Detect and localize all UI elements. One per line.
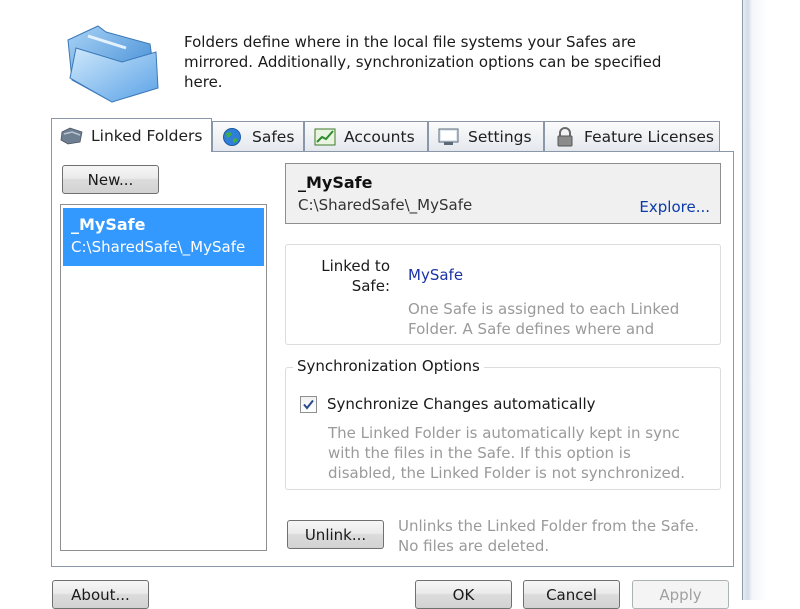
linked-to-label-line: Linked to xyxy=(321,257,390,275)
about-button[interactable]: About... xyxy=(52,580,149,609)
description-line: One Safe is assigned to each Linked xyxy=(408,300,680,318)
unlink-button[interactable]: Unlink... xyxy=(287,520,384,549)
sync-checkbox[interactable] xyxy=(300,396,317,413)
cancel-button[interactable]: Cancel xyxy=(523,580,620,609)
description-line: No files are deleted. xyxy=(398,537,550,555)
window-frame-edge xyxy=(742,0,800,600)
ok-button[interactable]: OK xyxy=(415,580,512,609)
description-line: Unlinks the Linked Folder from the Safe. xyxy=(398,517,699,535)
list-item-name: _MySafe xyxy=(71,215,146,234)
description-line: Folder. A Safe defines where and xyxy=(408,320,655,338)
list-item[interactable]: _MySafe C:\SharedSafe\_MySafe xyxy=(63,208,264,266)
checkmark-icon xyxy=(303,399,314,410)
sync-checkbox-label[interactable]: Synchronize Changes automatically xyxy=(327,395,596,413)
explore-link[interactable]: Explore... xyxy=(639,198,710,216)
folder-name: _MySafe xyxy=(298,173,373,192)
new-folder-button[interactable]: New... xyxy=(62,165,159,194)
linked-safe-description: One Safe is assigned to each Linked Fold… xyxy=(408,299,708,339)
description-line: The Linked Folder is automatically kept … xyxy=(328,424,680,442)
sync-options-legend: Synchronization Options xyxy=(293,357,484,375)
description-line: with the files in the Safe. If this opti… xyxy=(328,444,631,462)
sync-description: The Linked Folder is automatically kept … xyxy=(328,423,703,483)
linked-to-label: Linked to Safe: xyxy=(310,256,390,296)
dialog-window: Folders define where in the local file s… xyxy=(0,0,742,609)
apply-button[interactable]: Apply xyxy=(632,580,729,609)
linked-to-label-line: Safe: xyxy=(351,277,390,295)
unlink-description: Unlinks the Linked Folder from the Safe.… xyxy=(398,516,718,556)
linked-folders-list[interactable]: _MySafe C:\SharedSafe\_MySafe xyxy=(60,204,267,551)
linked-safe-value[interactable]: MySafe xyxy=(408,266,463,284)
description-line: disabled, the Linked Folder is not synch… xyxy=(328,464,685,482)
folder-info-header: _MySafe C:\SharedSafe\_MySafe Explore... xyxy=(285,163,721,224)
panel-content: New... _MySafe C:\SharedSafe\_MySafe _My… xyxy=(0,0,742,609)
list-item-path: C:\SharedSafe\_MySafe xyxy=(71,238,246,256)
